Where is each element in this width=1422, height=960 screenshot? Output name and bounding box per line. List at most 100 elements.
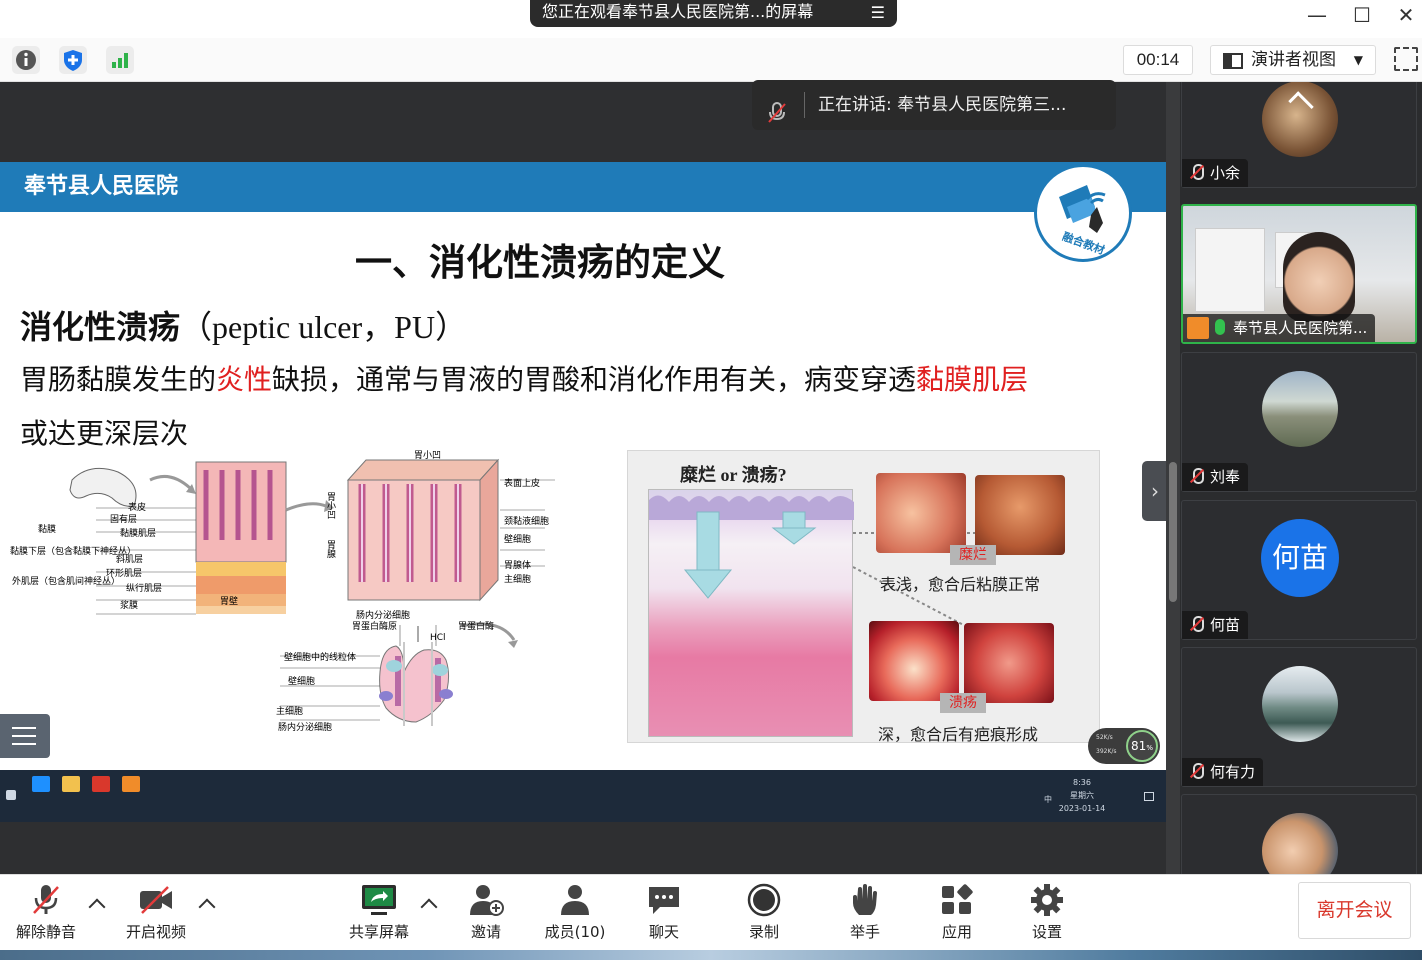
speaker-view-icon	[1223, 53, 1243, 69]
presentation-slide: 奉节县人民医院 融合教材 一、消化性溃疡的定义 消化性溃疡（peptic ulc…	[0, 162, 1166, 770]
minimize-button[interactable]: —	[1305, 4, 1329, 28]
mic-off-icon	[1188, 616, 1204, 632]
label-circular-muscle: 环形肌层	[106, 567, 142, 579]
ulcer-tag: 溃疡	[940, 693, 986, 713]
collapse-panel-button[interactable]: ›	[1142, 461, 1168, 521]
mic-muted-icon	[33, 885, 59, 914]
audio-options-caret[interactable]	[88, 898, 106, 916]
panel-divider	[1166, 82, 1180, 874]
participant-tile[interactable]	[1181, 794, 1417, 874]
def-text-2: 缺损，通常与胃液的胃酸和消化作用有关，病变穿透	[272, 363, 917, 396]
chat-icon	[649, 887, 679, 914]
participant-tile[interactable]: 何有力	[1181, 647, 1417, 787]
label-stomach-wall: 胃壁	[220, 595, 238, 607]
participant-name: 奉节县人民医院第...	[1183, 314, 1376, 342]
slide-title: 一、消化性溃疡的定义	[355, 241, 725, 284]
notification-icon	[1144, 792, 1154, 801]
share-banner[interactable]: 您正在观看奉节县人民医院第...的屏幕 ☰	[530, 0, 897, 27]
share-screen-button[interactable]: 共享屏幕	[341, 875, 417, 951]
participant-avatar	[1262, 813, 1338, 874]
network-percent: 81%	[1126, 730, 1158, 762]
share-banner-text: 您正在观看奉节县人民医院第...的屏幕	[542, 2, 814, 21]
record-button[interactable]: 录制	[734, 875, 794, 951]
record-label: 录制	[748, 923, 779, 941]
download-speed: 392K/s	[1096, 748, 1117, 755]
banner-menu-icon[interactable]: ☰	[871, 1, 885, 25]
fullscreen-icon[interactable]	[1394, 47, 1418, 71]
video-options-caret[interactable]	[198, 898, 216, 916]
textbook-logo: 融合教材	[1034, 164, 1132, 262]
unmute-button[interactable]: 解除静音	[8, 875, 84, 951]
label-gastric-pit-top: 胃小凹	[414, 450, 441, 461]
active-speaker-bar: 正在讲话: 奉节县人民医院第三...	[752, 80, 1116, 130]
share-options-caret[interactable]	[420, 898, 438, 916]
erosion-photo-2	[975, 475, 1065, 555]
participant-tile[interactable]: 何苗 何苗	[1181, 500, 1417, 640]
leave-meeting-button[interactable]: 离开会议	[1298, 882, 1411, 939]
mic-off-icon	[1188, 164, 1204, 180]
close-button[interactable]: ✕	[1394, 4, 1418, 28]
invite-label: 邀请	[470, 923, 501, 941]
label-epidermis: 表皮	[128, 501, 146, 513]
term-line: 消化性溃疡（peptic ulcer，PU）	[20, 302, 467, 348]
start-icon	[6, 790, 16, 800]
participant-tile[interactable]: 小余	[1181, 82, 1417, 188]
label-neck-mucous-cell: 颈黏液细胞	[504, 515, 549, 527]
erosion-caption: 表浅，愈合后粘膜正常	[880, 575, 1041, 594]
host-avatar-icon	[1187, 317, 1209, 339]
start-video-button[interactable]: 开启视频	[118, 875, 194, 951]
settings-button[interactable]: 设置	[1017, 875, 1077, 951]
raise-hand-label: 举手	[849, 923, 880, 941]
view-mode-dropdown[interactable]: 演讲者视图 ▼	[1210, 45, 1376, 75]
wps-app-icon	[92, 776, 110, 792]
label-lamina-propria: 固有层	[110, 513, 137, 525]
participant-tile[interactable]: 刘奉	[1181, 352, 1417, 492]
mic-off-icon	[1188, 468, 1204, 484]
gear-icon	[1031, 884, 1063, 916]
participant-name: 小余	[1182, 159, 1249, 187]
video-off-icon	[140, 886, 172, 914]
ulcer-photo-2	[964, 623, 1054, 703]
raise-hand-button[interactable]: 举手	[835, 875, 895, 951]
chat-button[interactable]: 聊天	[634, 875, 694, 951]
label-enteroendocrine-2: 肠内分泌细胞	[278, 721, 332, 733]
slide-outline-button[interactable]	[0, 714, 50, 758]
maximize-button[interactable]: ☐	[1350, 4, 1374, 28]
apps-label: 应用	[941, 923, 972, 941]
info-icon[interactable]	[12, 46, 40, 74]
divider	[804, 92, 805, 118]
meeting-toolbar	[0, 38, 1422, 82]
label-parietal-cell: 壁细胞	[504, 533, 531, 545]
mic-on-icon	[1215, 319, 1225, 335]
participant-initials-avatar: 何苗	[1261, 519, 1339, 597]
desktop-wallpaper-strip	[0, 950, 1422, 960]
label-serosa: 浆膜	[120, 599, 138, 611]
invite-button[interactable]: 邀请	[456, 875, 516, 951]
divider-handle[interactable]	[1169, 462, 1177, 602]
label-hcl: HCl	[430, 633, 446, 643]
label-chief-cell-2: 主细胞	[276, 705, 303, 717]
members-button[interactable]: 成员(10)	[538, 875, 612, 951]
term-cn: 消化性溃疡	[20, 308, 181, 346]
remote-taskbar: 中 8:36 星期六 2023-01-14	[0, 770, 1166, 822]
participant-name: 刘奉	[1182, 463, 1249, 491]
participant-video	[1283, 232, 1355, 322]
members-label: 成员(10)	[544, 923, 606, 941]
signal-strength-icon[interactable]	[106, 46, 134, 74]
mic-off-icon	[1188, 763, 1204, 779]
apps-button[interactable]: 应用	[927, 875, 987, 951]
whiteboard-background	[1195, 228, 1265, 312]
stomach-anatomy-diagram: 表皮 固有层 黏膜肌层 黏膜 黏膜下层（包含黏膜下神经丛） 斜肌层 外肌层（包含…	[10, 450, 555, 733]
label-longitudinal-muscle: 纵行肌层	[126, 582, 162, 594]
unmute-label: 解除静音	[15, 923, 76, 941]
add-user-icon	[470, 885, 504, 916]
security-shield-icon[interactable]	[59, 46, 87, 74]
erosion-photo-1	[876, 473, 966, 553]
def-text-1: 胃肠黏膜发生的	[20, 363, 217, 396]
record-icon	[747, 883, 781, 917]
label-pepsin: 胃蛋白酶	[458, 620, 494, 632]
active-speaker-text: 正在讲话: 奉节县人民医院第三...	[818, 95, 1067, 115]
participant-tile-active[interactable]: 奉节县人民医院第...	[1181, 204, 1417, 344]
participant-name: 何苗	[1182, 611, 1249, 639]
chat-label: 聊天	[648, 923, 679, 941]
